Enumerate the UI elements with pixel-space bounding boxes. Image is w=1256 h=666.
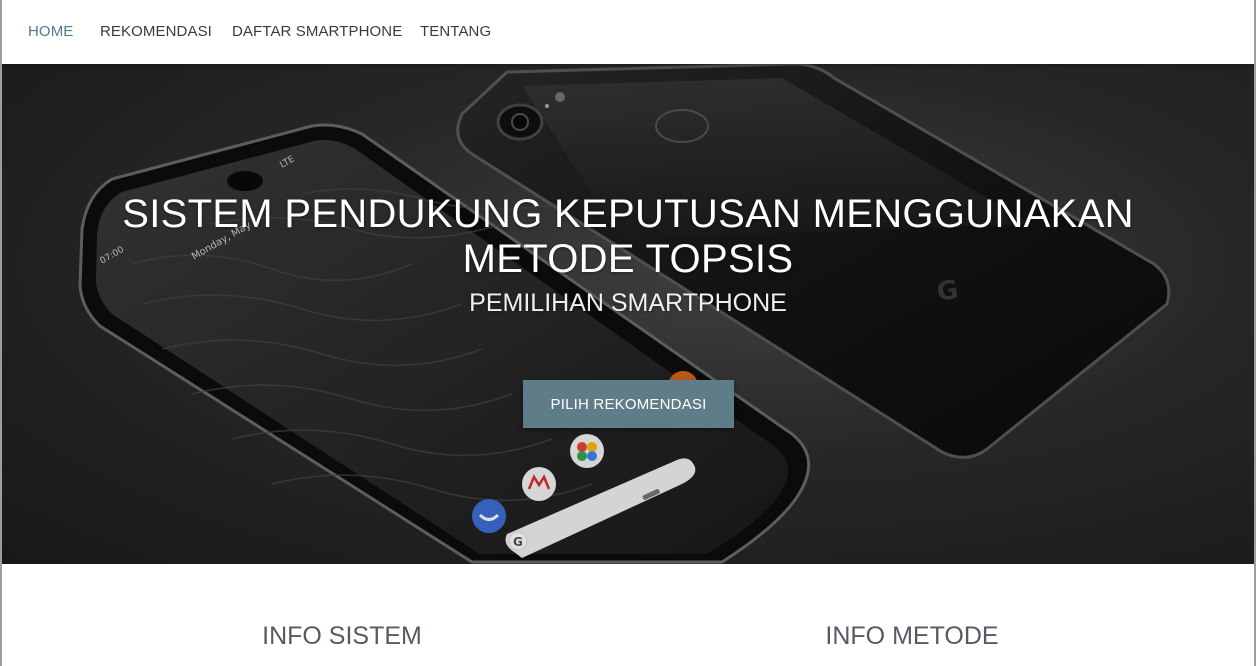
info-sistem-heading: INFO SISTEM <box>262 622 422 650</box>
nav-home[interactable]: HOME <box>28 0 73 64</box>
page: HOME REKOMENDASI DAFTAR SMARTPHONE TENTA… <box>2 0 1254 666</box>
hero-subtitle: PEMILIHAN SMARTPHONE <box>469 289 787 317</box>
top-navbar: HOME REKOMENDASI DAFTAR SMARTPHONE TENTA… <box>2 0 1254 64</box>
hero-banner: G 07:00 LTE Monday, May G SISTEM PENDUKU… <box>2 64 1254 564</box>
nav-tentang[interactable]: TENTANG <box>420 0 491 64</box>
hero-title: SISTEM PENDUKUNG KEPUTUSAN MENGGUNAKAN M… <box>122 192 1134 281</box>
nav-rekomendasi[interactable]: REKOMENDASI <box>100 0 212 64</box>
pilih-rekomendasi-button[interactable]: PILIH REKOMENDASI <box>523 380 734 428</box>
nav-daftar-smartphone[interactable]: DAFTAR SMARTPHONE <box>232 0 402 64</box>
info-metode-heading: INFO METODE <box>825 622 999 650</box>
